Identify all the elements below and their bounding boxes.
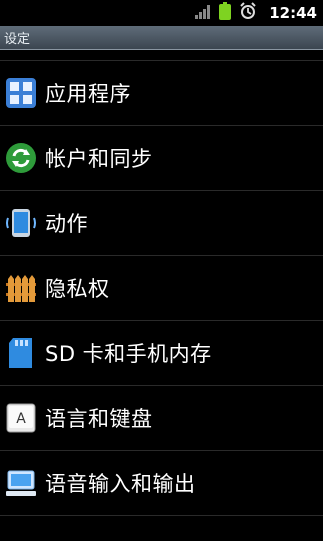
battery-icon [219,2,232,24]
fence-icon [6,273,36,303]
settings-item-label: SD 卡和手机内存 [45,342,212,366]
settings-item-partial [0,515,323,536]
settings-item-voice-io[interactable]: 语音输入和输出 [0,450,323,515]
status-bar: 12:44 [0,0,323,26]
settings-item-accounts-sync[interactable]: 帐户和同步 [0,125,323,190]
settings-item-label: 帐户和同步 [45,147,153,171]
settings-item-apps[interactable]: 应用程序 [0,60,323,125]
alarm-icon [239,2,257,24]
signal-icon [195,4,211,23]
voice-io-icon [6,468,36,498]
settings-item-label: 语音输入和输出 [45,472,196,496]
settings-item-storage[interactable]: SD 卡和手机内存 [0,320,323,385]
settings-list: 应用程序 帐户和同步 动作 隐私权 SD 卡和手机内存 A 语言和键盘 语音输入… [0,60,323,536]
settings-item-privacy[interactable]: 隐私权 [0,255,323,320]
settings-item-motion[interactable]: 动作 [0,190,323,255]
svg-text:A: A [16,411,26,427]
phone-motion-icon [6,208,36,238]
sd-card-icon [6,338,36,368]
apps-icon [6,78,36,108]
settings-item-label: 动作 [45,212,88,236]
keyboard-icon: A [6,403,36,433]
settings-item-label: 应用程序 [45,82,131,106]
sync-icon [6,143,36,173]
settings-item-label: 语言和键盘 [45,407,153,431]
status-time: 12:44 [269,4,317,22]
settings-item-language-keyboard[interactable]: A 语言和键盘 [0,385,323,450]
title-bar: 设定 [0,26,323,50]
page-title: 设定 [4,32,31,47]
settings-item-label: 隐私权 [45,277,110,301]
